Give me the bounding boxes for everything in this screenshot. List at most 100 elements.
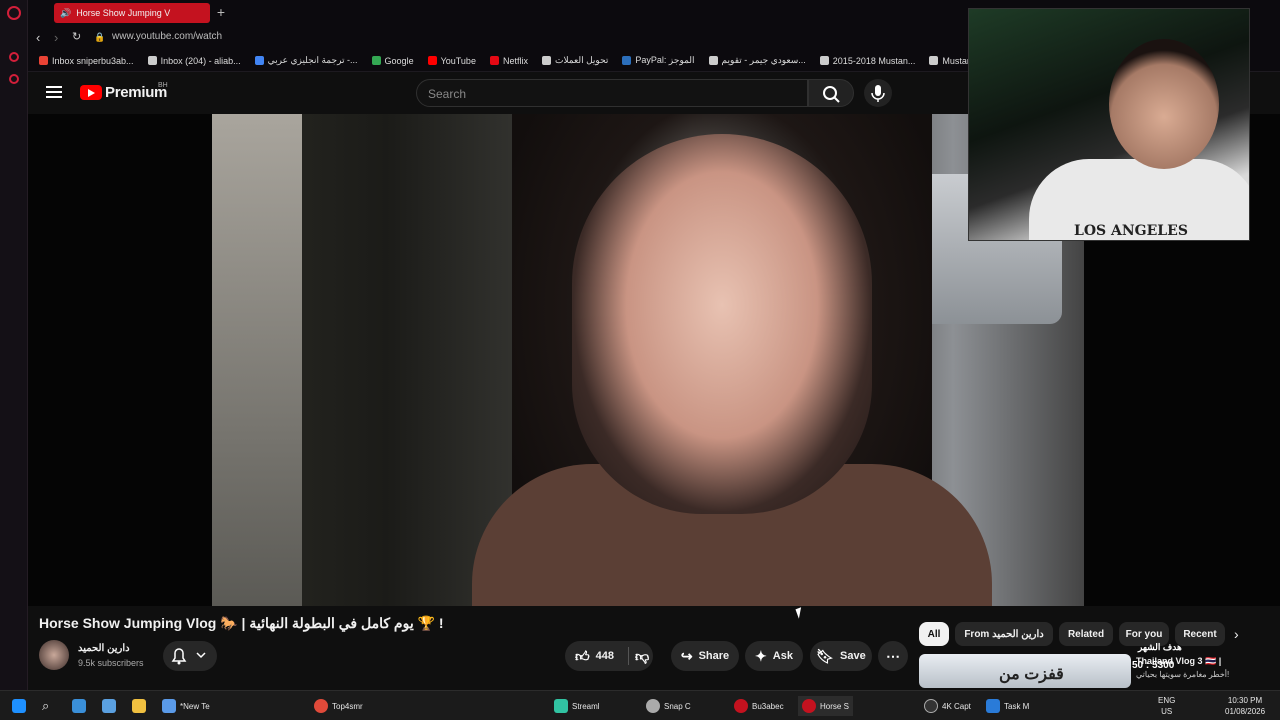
taskbar-item-task-manager[interactable]: Task M	[986, 698, 1029, 714]
car-side-window	[212, 114, 302, 606]
bookmark-item[interactable]: ترجمة انجليزي عربي -...	[248, 55, 365, 66]
like-count: 448	[595, 650, 614, 662]
windows-taskbar: ⌕ *New Te Top4smr Streaml Snap C Bu3abec…	[0, 690, 1280, 720]
chip-recent[interactable]: Recent	[1175, 622, 1225, 646]
bookmark-label: سعودي جيمر - تقويم...	[721, 55, 806, 65]
bookmark-item[interactable]: Netflix	[483, 56, 535, 66]
more-icon: ⋯	[886, 647, 900, 664]
chevron-right-icon[interactable]: ›	[1234, 626, 1239, 642]
back-icon[interactable]: ‹	[36, 30, 40, 45]
start-button[interactable]	[12, 698, 26, 714]
thumbs-up-icon: 👍︎	[575, 647, 590, 664]
search-taskbar-icon[interactable]: ⌕	[42, 698, 49, 714]
bookmark-icon	[819, 56, 829, 65]
thumbnail-text: قفزت من	[999, 666, 1064, 683]
bookmark-label: Netflix	[502, 55, 528, 66]
share-icon: ↪	[680, 647, 693, 664]
search-placeholder: Search	[428, 87, 467, 101]
taskview-icon[interactable]	[72, 698, 86, 714]
reload-icon[interactable]: ↻	[72, 30, 81, 43]
bookmark-item[interactable]: Inbox (204) - aliab...	[141, 56, 248, 66]
speaker-icon[interactable]: 🔊	[60, 8, 71, 19]
region-code: BH	[158, 82, 168, 89]
recommended-thumbnail[interactable]: قفزت من	[919, 654, 1131, 688]
taskbar-item-opera-1[interactable]: Bu3abec	[734, 698, 784, 714]
bookmark-item[interactable]: Google	[365, 56, 421, 66]
taskbar-item-notepad[interactable]: *New Te	[162, 698, 210, 714]
more-actions-button[interactable]: ⋯	[878, 641, 908, 671]
person-face	[572, 134, 872, 514]
thumbs-down-icon[interactable]: 👎︎	[635, 648, 649, 665]
windows-icon	[12, 699, 26, 713]
share-button[interactable]: ↪ Share	[671, 641, 739, 671]
bookmark-icon: 🔖︎	[816, 647, 835, 664]
video-frame[interactable]	[212, 114, 1084, 606]
bookmark-item[interactable]: سعودي جيمر - تقويم...	[702, 55, 813, 66]
sparkle-icon: ✦	[755, 647, 767, 664]
chip-from-channel[interactable]: From دارين الحميد	[955, 622, 1053, 646]
file-explorer-icon[interactable]	[132, 698, 146, 714]
sidebar-gx-icon[interactable]	[9, 74, 19, 84]
search-icon	[823, 86, 840, 103]
bookmark-icon	[39, 56, 48, 65]
channel-avatar[interactable]	[39, 640, 69, 670]
voice-search-button[interactable]	[864, 79, 892, 107]
bookmark-icon	[427, 56, 437, 65]
save-label: Save	[840, 650, 866, 662]
like-divider	[628, 647, 629, 665]
stream-goal-label: هدف الشهر	[1138, 642, 1182, 652]
bookmark-icon	[929, 56, 939, 65]
menu-icon[interactable]	[46, 86, 62, 98]
bookmark-label: Inbox (204) - aliab...	[160, 55, 241, 66]
notification-bell-button[interactable]	[163, 641, 217, 671]
bookmark-icon	[147, 56, 157, 65]
taskbar-item-chrome[interactable]: Top4smr	[314, 698, 363, 714]
taskbar-item-opera-active[interactable]: Horse S	[798, 696, 853, 716]
chip-all[interactable]: All	[919, 622, 949, 646]
share-label: Share	[698, 650, 730, 662]
new-tab-button[interactable]: +	[213, 4, 229, 20]
language-indicator[interactable]: ENG US	[1158, 695, 1175, 717]
bookmark-item[interactable]: تحويل العملات	[535, 55, 615, 66]
like-button[interactable]: 👍︎ 448 👎︎	[565, 641, 653, 671]
mouse-cursor	[795, 607, 805, 619]
bookmark-icon	[371, 56, 381, 65]
bookmark-icon	[541, 56, 551, 65]
forward-icon[interactable]: ›	[54, 30, 58, 45]
chip-related[interactable]: Related	[1059, 622, 1113, 646]
taskbar-item-snap-camera[interactable]: Snap C	[646, 698, 691, 714]
shirt-text: LOS ANGELES	[1074, 223, 1188, 239]
tab-title: Horse Show Jumping V	[76, 8, 171, 18]
sidebar-refresh-icon[interactable]	[9, 52, 19, 62]
taskbar-item-4k-capture[interactable]: 4K Capt	[924, 698, 971, 714]
ask-label: Ask	[772, 650, 793, 662]
tab-youtube-video[interactable]: 🔊 Horse Show Jumping V	[54, 3, 210, 23]
microphone-icon	[871, 85, 885, 102]
bookmark-icon	[489, 56, 499, 65]
bell-icon	[171, 648, 206, 665]
video-title: Horse Show Jumping Vlog 🐎 | يوم كامل في …	[39, 615, 444, 631]
bookmark-icon	[254, 56, 264, 65]
subscriber-count: 9.5k subscribers	[78, 658, 144, 668]
search-button[interactable]	[808, 79, 854, 107]
bookmark-item[interactable]: PayPal: الموجز	[615, 55, 701, 66]
recommended-subtitle: أخطر مغامرة سويتها بحياتي!	[1136, 670, 1230, 679]
bookmark-item[interactable]: 2015-2018 Mustan...	[813, 56, 923, 66]
browser-sidebar	[0, 0, 28, 690]
bookmark-icon	[708, 56, 718, 65]
bookmark-icon	[622, 56, 632, 65]
channel-name[interactable]: دارين الحميد	[78, 643, 130, 654]
stream-goal-value: 50 : 5300	[1132, 660, 1175, 671]
clock[interactable]: 10:30 PM 01/08/2026	[1225, 695, 1265, 717]
bookmark-item[interactable]: YouTube	[421, 56, 483, 66]
ask-button[interactable]: ✦ Ask	[745, 641, 803, 671]
search-input[interactable]: Search	[416, 79, 808, 107]
taskbar-item-streamlabs[interactable]: Streaml	[554, 698, 600, 714]
url-field[interactable]: www.youtube.com/watch	[112, 31, 222, 42]
youtube-logo-icon[interactable]	[80, 85, 102, 100]
bookmark-label: تحويل العملات	[554, 55, 609, 65]
opera-logo-icon[interactable]	[7, 6, 21, 20]
save-button[interactable]: 🔖︎ Save	[810, 641, 872, 671]
bookmark-item[interactable]: Inbox sniperbu3ab...	[32, 56, 141, 66]
widgets-icon[interactable]	[102, 698, 116, 714]
